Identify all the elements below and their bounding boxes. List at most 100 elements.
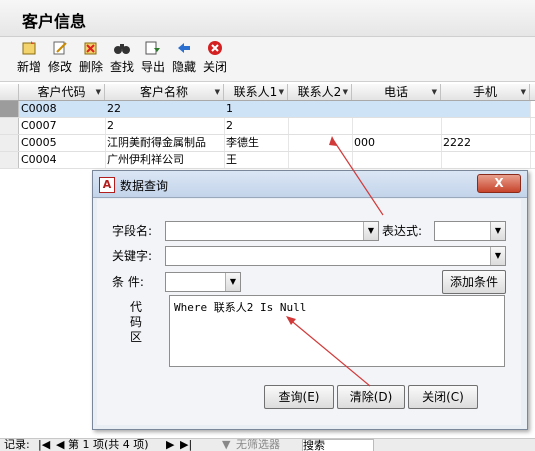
col-header-label: 手机 xyxy=(472,85,497,99)
cell-code[interactable]: C0007 xyxy=(19,118,106,134)
chevron-down-icon[interactable]: ▼ xyxy=(521,84,526,100)
cell-contact2[interactable] xyxy=(288,135,353,151)
clear-button[interactable]: 清除(D) xyxy=(337,385,405,409)
title-bar: 客户信息 xyxy=(0,0,535,37)
row-selector[interactable] xyxy=(0,135,19,151)
arrow-left-icon xyxy=(178,43,190,53)
chevron-down-icon[interactable]: ▼ xyxy=(215,84,220,100)
find-button[interactable]: 查找 xyxy=(109,40,135,75)
hide-button[interactable]: 隐藏 xyxy=(171,40,197,75)
table-row[interactable]: C0004 广州伊利祥公司 王 xyxy=(0,152,535,169)
cell-mobile[interactable]: 2222 xyxy=(441,135,531,151)
dialog-title: 数据查询 xyxy=(120,179,169,193)
query-button[interactable]: 查询(E) xyxy=(264,385,334,409)
dialog-titlebar: A 数据查询 X xyxy=(93,171,527,198)
cell-mobile[interactable] xyxy=(441,101,531,117)
col-header-name[interactable]: 客户名称 ▼ xyxy=(105,84,224,100)
cell-name[interactable]: 江阴美耐得金属制品 xyxy=(105,135,225,151)
cell-name[interactable]: 2 xyxy=(105,118,225,134)
toolbar: 新增 修改 删除 查找 导出 隐藏 关闭 xyxy=(0,37,535,82)
table-row[interactable]: C0008 22 1 xyxy=(0,101,535,118)
chevron-down-icon[interactable]: ▼ xyxy=(279,84,284,100)
add-condition-button[interactable]: 添加条件 xyxy=(442,270,506,294)
cell-contact2[interactable] xyxy=(288,101,353,117)
col-header-contact2[interactable]: 联系人2 ▼ xyxy=(288,84,352,100)
new-label: 新增 xyxy=(16,60,41,74)
cell-phone[interactable] xyxy=(352,101,442,117)
chevron-down-icon[interactable]: ▼ xyxy=(432,84,437,100)
last-record-icon[interactable]: ▶| xyxy=(180,439,192,451)
row-selector[interactable] xyxy=(0,118,19,134)
edit-icon xyxy=(53,41,67,55)
export-button[interactable]: 导出 xyxy=(140,40,166,75)
new-icon xyxy=(22,41,36,55)
chevron-down-icon[interactable]: ▼ xyxy=(225,273,240,291)
cell-phone[interactable]: 000 xyxy=(352,135,442,151)
grid-header: 客户代码 ▼ 客户名称 ▼ 联系人1 ▼ 联系人2 ▼ 电话 ▼ 手机 ▼ xyxy=(0,84,535,101)
cell-contact1[interactable]: 2 xyxy=(224,118,289,134)
delete-icon xyxy=(84,42,97,55)
table-row[interactable]: C0005 江阴美耐得金属制品 李德生 000 2222 xyxy=(0,135,535,152)
delete-button[interactable]: 删除 xyxy=(78,40,104,75)
code-textarea[interactable]: Where 联系人2 Is Null xyxy=(169,295,505,367)
close-button[interactable]: 关闭 xyxy=(202,40,228,75)
filter-status[interactable]: 无筛选器 xyxy=(236,439,280,451)
cell-phone[interactable] xyxy=(352,152,442,168)
search-input[interactable]: 搜索 xyxy=(302,439,374,451)
first-record-icon[interactable]: |◀ xyxy=(38,439,50,451)
cell-code[interactable]: C0004 xyxy=(19,152,106,168)
keyword-select[interactable]: ▼ xyxy=(165,246,506,266)
export-icon xyxy=(145,41,160,55)
chevron-down-icon[interactable]: ▼ xyxy=(96,84,101,100)
col-header-phone[interactable]: 电话 ▼ xyxy=(352,84,441,100)
keyword-label: 关键字: xyxy=(112,249,153,263)
field-name-select[interactable]: ▼ xyxy=(165,221,379,241)
cell-code[interactable]: C0005 xyxy=(19,135,106,151)
record-position-field[interactable]: 第 1 项(共 4 项) xyxy=(68,439,149,451)
col-header-contact1[interactable]: 联系人1 ▼ xyxy=(224,84,288,100)
chevron-down-icon[interactable]: ▼ xyxy=(343,84,348,100)
col-header-label: 电话 xyxy=(383,85,408,99)
cell-contact2[interactable] xyxy=(288,118,353,134)
cell-contact2[interactable] xyxy=(288,152,353,168)
row-selector[interactable] xyxy=(0,152,19,168)
cell-contact1[interactable]: 1 xyxy=(224,101,289,117)
close-label: 关闭 xyxy=(202,60,227,74)
col-header-code[interactable]: 客户代码 ▼ xyxy=(19,84,105,100)
new-button[interactable]: 新增 xyxy=(16,40,42,75)
row-selector[interactable] xyxy=(0,101,19,117)
query-dialog: A 数据查询 X 字段名: ▼ 表达式: ▼ 关键字: ▼ 条 件: ▼ 添加条… xyxy=(92,170,528,430)
edit-button[interactable]: 修改 xyxy=(47,40,73,75)
cell-mobile[interactable] xyxy=(441,118,531,134)
expression-select[interactable]: ▼ xyxy=(434,221,506,241)
export-label: 导出 xyxy=(140,60,165,74)
cell-phone[interactable] xyxy=(352,118,442,134)
cell-contact1[interactable]: 李德生 xyxy=(224,135,289,151)
cell-name[interactable]: 22 xyxy=(105,101,225,117)
cell-contact1[interactable]: 王 xyxy=(224,152,289,168)
cell-mobile[interactable] xyxy=(441,152,531,168)
code-area-label: 区 xyxy=(130,330,143,344)
close-dialog-button[interactable]: 关闭(C) xyxy=(408,385,478,409)
prev-record-icon[interactable]: ◀ xyxy=(56,439,64,451)
condition-select[interactable]: ▼ xyxy=(165,272,241,292)
next-record-icon[interactable]: ▶ xyxy=(166,439,174,451)
table-row[interactable]: C0007 2 2 xyxy=(0,118,535,135)
dialog-body: 字段名: ▼ 表达式: ▼ 关键字: ▼ 条 件: ▼ 添加条件 代 码 区 W… xyxy=(97,199,521,425)
cell-code[interactable]: C0008 xyxy=(19,101,106,117)
access-app-icon: A xyxy=(99,177,115,193)
find-label: 查找 xyxy=(109,60,134,74)
corner-cell xyxy=(0,84,19,100)
chevron-down-icon[interactable]: ▼ xyxy=(490,247,505,265)
col-header-label: 客户名称 xyxy=(139,85,188,99)
window-title: 客户信息 xyxy=(22,12,87,31)
condition-label: 条 件: xyxy=(112,275,144,289)
filter-icon: ▼ xyxy=(222,438,231,451)
col-header-mobile[interactable]: 手机 ▼ xyxy=(441,84,530,100)
cell-name[interactable]: 广州伊利祥公司 xyxy=(105,152,225,168)
dialog-close-button[interactable]: X xyxy=(477,174,521,193)
col-header-label: 客户代码 xyxy=(37,85,86,99)
chevron-down-icon[interactable]: ▼ xyxy=(490,222,505,240)
chevron-down-icon[interactable]: ▼ xyxy=(363,222,378,240)
expression-label: 表达式: xyxy=(382,224,423,238)
